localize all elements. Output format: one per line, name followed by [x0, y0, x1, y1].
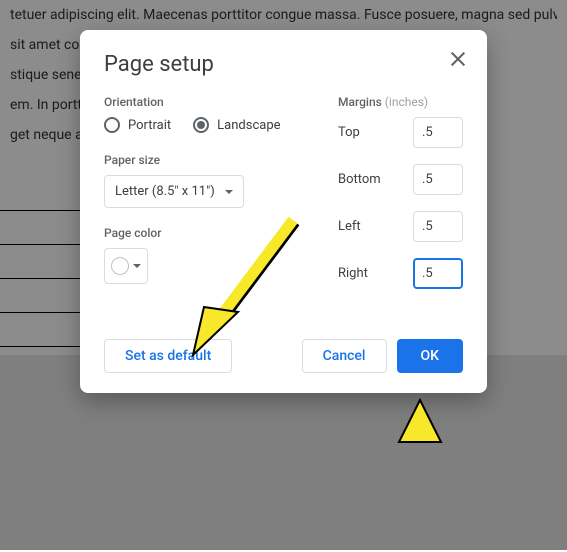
radio-label: Portrait: [128, 118, 171, 133]
paper-size-select[interactable]: Letter (8.5" x 11"): [104, 175, 244, 208]
cancel-button[interactable]: Cancel: [302, 339, 387, 373]
color-swatch-icon: [111, 257, 129, 275]
margin-left-input[interactable]: [413, 211, 463, 242]
page-color-select[interactable]: [104, 248, 148, 284]
margin-left-label: Left: [338, 219, 361, 234]
page-setup-dialog: Page setup Orientation Portrait Landscap…: [80, 30, 487, 393]
margin-top-label: Top: [338, 125, 360, 140]
dialog-title: Page setup: [104, 52, 463, 77]
margin-right-label: Right: [338, 266, 368, 281]
page-color-label: Page color: [104, 226, 308, 240]
margin-bottom-label: Bottom: [338, 172, 381, 187]
margin-right-input[interactable]: [413, 258, 463, 289]
margins-label: Margins (inches): [338, 95, 463, 109]
set-as-default-button[interactable]: Set as default: [104, 339, 232, 373]
ok-button[interactable]: OK: [397, 339, 464, 373]
radio-icon: [104, 117, 120, 133]
radio-label: Landscape: [217, 118, 280, 133]
select-value: Letter (8.5" x 11"): [115, 184, 215, 199]
close-icon[interactable]: [449, 50, 467, 68]
orientation-label: Orientation: [104, 95, 308, 109]
radio-icon: [193, 117, 209, 133]
margin-bottom-input[interactable]: [413, 164, 463, 195]
orientation-landscape-radio[interactable]: Landscape: [193, 117, 280, 133]
orientation-portrait-radio[interactable]: Portrait: [104, 117, 171, 133]
paper-size-label: Paper size: [104, 153, 308, 167]
margin-top-input[interactable]: [413, 117, 463, 148]
